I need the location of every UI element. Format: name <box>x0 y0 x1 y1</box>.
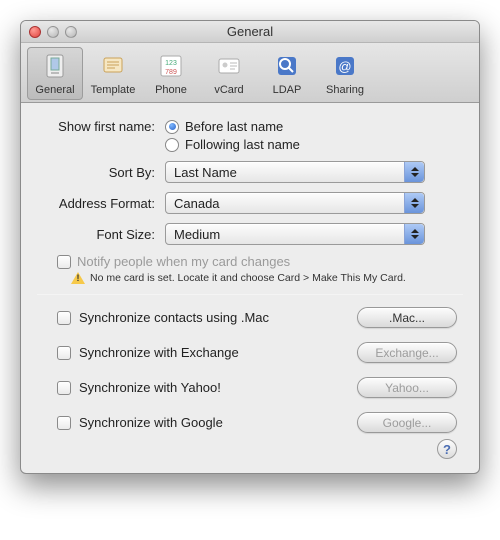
font-size-popup[interactable]: Medium <box>165 223 425 245</box>
sort-by-label: Sort By: <box>43 165 165 180</box>
tab-label: Phone <box>143 84 199 96</box>
checkbox-google[interactable] <box>57 416 71 430</box>
checkbox-mac[interactable] <box>57 311 71 325</box>
tab-template[interactable]: Template <box>85 47 141 100</box>
radio-icon <box>165 138 179 152</box>
popup-value: Last Name <box>174 165 237 180</box>
window-title: General <box>21 24 479 39</box>
template-icon <box>97 50 129 82</box>
content-pane: Show first name: Before last name Follow… <box>21 103 479 473</box>
vcard-icon <box>213 50 245 82</box>
tab-label: General <box>28 84 82 96</box>
tab-label: LDAP <box>259 84 315 96</box>
ldap-icon <box>271 50 303 82</box>
warning-row: No me card is set. Locate it and choose … <box>71 272 457 284</box>
checkbox-yahoo[interactable] <box>57 381 71 395</box>
notify-label: Notify people when my card changes <box>77 254 290 269</box>
help-button[interactable]: ? <box>437 439 457 459</box>
tab-vcard[interactable]: vCard <box>201 47 257 100</box>
radio-label: Before last name <box>185 119 283 134</box>
radio-following-last-name[interactable]: Following last name <box>165 137 300 152</box>
popup-value: Medium <box>174 227 220 242</box>
sort-by-popup[interactable]: Last Name <box>165 161 425 183</box>
sync-yahoo-label: Synchronize with Yahoo! <box>79 380 349 395</box>
tab-sharing[interactable]: @ Sharing <box>317 47 373 100</box>
yahoo-button[interactable]: Yahoo... <box>357 377 457 398</box>
radio-label: Following last name <box>185 137 300 152</box>
checkbox-icon <box>57 255 71 269</box>
titlebar[interactable]: General <box>21 21 479 43</box>
address-format-label: Address Format: <box>43 196 165 211</box>
general-icon <box>39 50 71 82</box>
mac-button[interactable]: .Mac... <box>357 307 457 328</box>
warning-text: No me card is set. Locate it and choose … <box>90 272 406 284</box>
sharing-icon: @ <box>329 50 361 82</box>
sync-google-label: Synchronize with Google <box>79 415 349 430</box>
radio-icon <box>165 120 179 134</box>
tab-label: Template <box>85 84 141 96</box>
chevron-updown-icon <box>404 193 424 213</box>
exchange-button[interactable]: Exchange... <box>357 342 457 363</box>
popup-value: Canada <box>174 196 220 211</box>
tab-label: vCard <box>201 84 257 96</box>
sync-exchange-label: Synchronize with Exchange <box>79 345 349 360</box>
google-button[interactable]: Google... <box>357 412 457 433</box>
show-first-name-label: Show first name: <box>43 119 165 134</box>
svg-text:789: 789 <box>165 69 177 76</box>
notify-checkbox-row[interactable]: Notify people when my card changes <box>57 254 457 269</box>
divider <box>37 294 463 295</box>
svg-text:@: @ <box>338 59 351 74</box>
chevron-updown-icon <box>404 224 424 244</box>
tab-general[interactable]: General <box>27 47 83 100</box>
warning-icon <box>71 272 85 284</box>
tab-label: Sharing <box>317 84 373 96</box>
address-format-popup[interactable]: Canada <box>165 192 425 214</box>
checkbox-exchange[interactable] <box>57 346 71 360</box>
svg-text:123: 123 <box>165 60 177 67</box>
toolbar: General Template 123789 Phone vCard LDAP… <box>21 43 479 103</box>
radio-before-last-name[interactable]: Before last name <box>165 119 300 134</box>
font-size-label: Font Size: <box>43 227 165 242</box>
tab-phone[interactable]: 123789 Phone <box>143 47 199 100</box>
chevron-updown-icon <box>404 162 424 182</box>
sync-mac-label: Synchronize contacts using .Mac <box>79 310 349 325</box>
tab-ldap[interactable]: LDAP <box>259 47 315 100</box>
phone-icon: 123789 <box>155 50 187 82</box>
preferences-window: General General Template 123789 Phone vC… <box>20 20 480 474</box>
